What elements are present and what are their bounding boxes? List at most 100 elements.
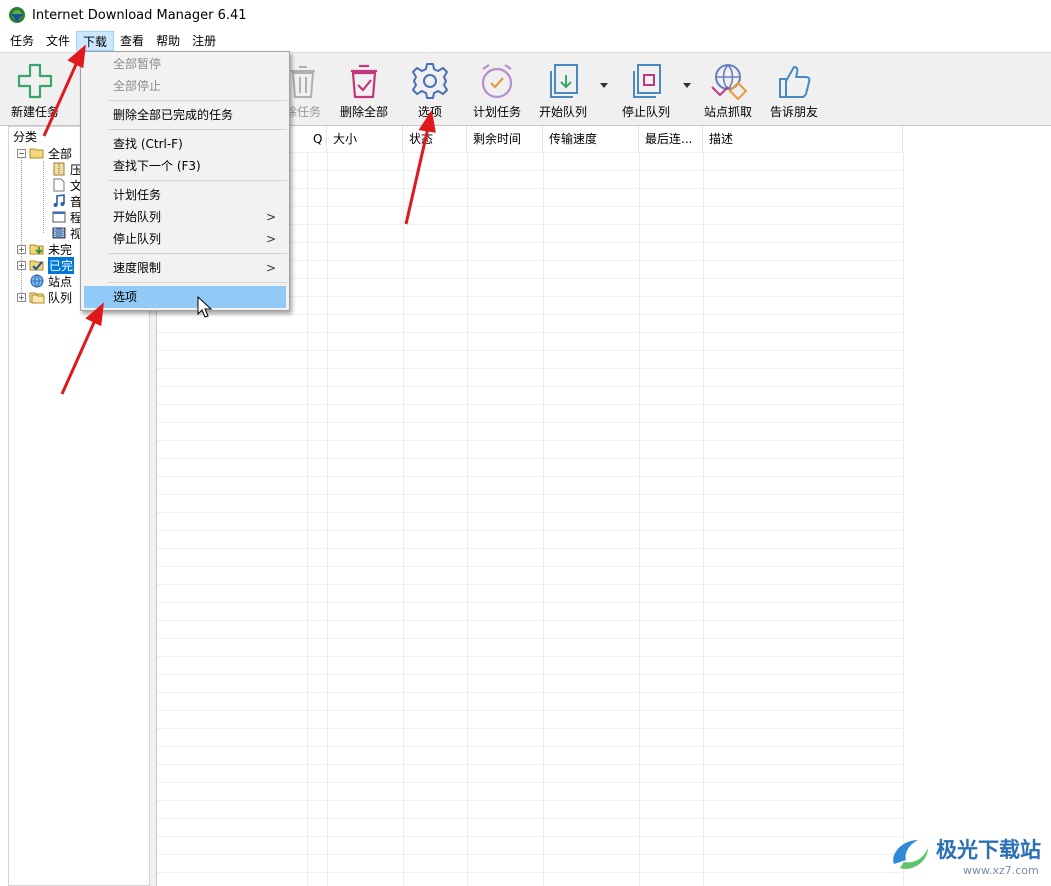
stop-queue-button[interactable]: 停止队列 — [618, 57, 674, 123]
grid-row-line — [157, 494, 902, 495]
expand-icon[interactable]: + — [17, 260, 26, 270]
delete-all-label: 删除全部 — [339, 105, 388, 119]
start-queue-dropdown-icon[interactable] — [600, 81, 608, 89]
expand-icon[interactable]: + — [17, 292, 26, 302]
menu-download[interactable]: 下载 — [76, 31, 115, 51]
grid-row-line — [157, 872, 902, 873]
tree-item-label: 站点 — [48, 274, 73, 289]
stop-queue-dropdown-icon[interactable] — [683, 81, 691, 89]
tree-item-video[interactable]: 视 — [51, 225, 82, 241]
start-queue-icon — [550, 64, 578, 98]
grid-row-line — [157, 638, 902, 639]
trash-check-icon — [351, 64, 377, 99]
column-header-status[interactable]: 状态 — [403, 126, 467, 152]
collapse-icon[interactable]: − — [17, 148, 26, 158]
start-queue-label: 开始队列 — [538, 105, 587, 119]
menu-register[interactable]: 注册 — [186, 31, 222, 51]
menu-scheduler[interactable]: 计划任务 — [84, 184, 286, 206]
column-header-description[interactable]: 描述 — [703, 126, 903, 152]
idm-app-icon — [9, 7, 25, 23]
thumbs-up-icon — [779, 66, 811, 98]
site-grabber-button[interactable]: 站点抓取 — [700, 57, 756, 123]
submenu-arrow-icon: > — [265, 232, 276, 246]
category-title: 分类 — [13, 130, 38, 144]
grid-row-line — [157, 350, 902, 351]
tree-item-all[interactable]: − 全部 — [17, 145, 72, 161]
download-menu-dropdown: 全部暂停 全部停止 删除全部已完成的任务 查找 (Ctrl-F) 查找下一个 (… — [80, 51, 290, 311]
grid-column-line — [467, 152, 468, 886]
menu-speed-limiter[interactable]: 速度限制 > — [84, 257, 286, 279]
globe-icon — [30, 274, 44, 288]
tree-item-compressed[interactable]: 压 — [51, 161, 82, 177]
grid-column-line — [703, 152, 704, 886]
folder-download-icon — [29, 244, 44, 255]
menu-stop-all: 全部停止 — [113, 79, 162, 93]
plus-icon — [17, 63, 53, 99]
grid-row-line — [157, 746, 902, 747]
grid-row-line — [157, 602, 902, 603]
grid-column-line — [403, 152, 404, 886]
watermark-brand: 极光下载站 — [936, 838, 1041, 862]
document-icon — [53, 178, 65, 192]
grid-row-line — [157, 368, 902, 369]
menu-options[interactable]: 选项 — [84, 286, 286, 308]
grid-column-line — [327, 152, 328, 886]
tree-item-finished[interactable]: + 已完 — [17, 256, 75, 274]
tree-item-label: 队列 — [48, 290, 73, 305]
menu-start-queue-label: 开始队列 — [113, 210, 162, 224]
new-task-button[interactable]: 新建任务 — [4, 57, 66, 123]
tree-item-programs[interactable]: 程 — [51, 209, 82, 225]
grid-column-line — [639, 152, 640, 886]
folder-check-icon — [29, 260, 44, 271]
menu-separator — [109, 282, 287, 283]
tree-item-grabber[interactable]: 站点 — [29, 273, 72, 289]
column-header-size[interactable]: 大小 — [327, 126, 403, 152]
tree-item-label: 未完 — [48, 242, 73, 257]
column-header-queue[interactable]: Q — [307, 126, 327, 152]
grid-row-line — [157, 476, 902, 477]
grid-row-line — [157, 692, 902, 693]
grid-row-line — [157, 782, 902, 783]
scheduler-label: 计划任务 — [472, 105, 521, 119]
expand-icon[interactable]: + — [17, 244, 26, 254]
video-icon — [52, 227, 66, 239]
tell-friend-button[interactable]: 告诉朋友 — [766, 57, 822, 123]
delete-all-button[interactable]: 删除全部 — [334, 57, 394, 123]
column-header-transfer-rate[interactable]: 传输速度 — [543, 126, 639, 152]
menu-separator — [109, 129, 287, 130]
menu-view[interactable]: 查看 — [114, 31, 150, 51]
options-button[interactable]: 选项 — [405, 57, 455, 123]
column-header-last-try[interactable]: 最后连... — [639, 126, 703, 152]
tree-item-music[interactable]: 音 — [51, 193, 82, 209]
grid-row-line — [157, 512, 902, 513]
menu-find[interactable]: 查找 (Ctrl-F) — [84, 133, 286, 155]
menu-find-next[interactable]: 查找下一个 (F3) — [84, 155, 286, 177]
options-label: 选项 — [417, 105, 442, 119]
grid-row-line — [157, 566, 902, 567]
start-queue-button[interactable]: 开始队列 — [535, 57, 591, 123]
grid-row-line — [157, 332, 902, 333]
menu-file[interactable]: 文件 — [40, 31, 76, 51]
grid-row-line — [157, 836, 902, 837]
tree-item-unfinished[interactable]: + 未完 — [17, 241, 72, 257]
menu-help[interactable]: 帮助 — [150, 31, 186, 51]
tell-friend-label: 告诉朋友 — [769, 105, 818, 119]
menu-task[interactable]: 任务 — [4, 31, 40, 51]
tree-item-documents[interactable]: 文 — [51, 177, 82, 193]
grid-row-line — [157, 440, 902, 441]
menu-delete-completed[interactable]: 删除全部已完成的任务 — [84, 104, 286, 126]
scheduler-button[interactable]: 计划任务 — [468, 57, 526, 123]
window-title: Internet Download Manager 6.41 — [32, 7, 247, 23]
site-grabber-label: 站点抓取 — [703, 105, 752, 119]
tree-line — [21, 155, 22, 297]
window-app-icon — [52, 211, 66, 223]
menu-start-queue[interactable]: 开始队列 > — [84, 206, 286, 228]
music-note-icon — [53, 194, 65, 207]
menu-separator — [109, 180, 287, 181]
tree-item-queues[interactable]: + 队列 — [17, 289, 72, 305]
grid-row-line — [157, 386, 902, 387]
watermark-url: www.xz7.com — [963, 864, 1039, 877]
menu-stop-queue[interactable]: 停止队列 > — [84, 228, 286, 250]
grid-row-line — [157, 656, 902, 657]
column-header-time-left[interactable]: 剩余时间 — [467, 126, 543, 152]
